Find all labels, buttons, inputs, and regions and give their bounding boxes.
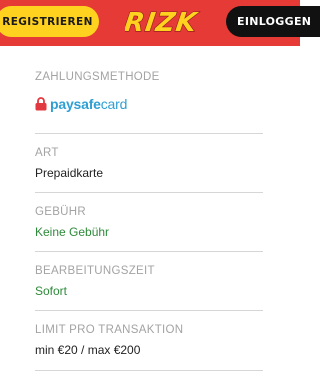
paysafe-text: paysafe	[50, 96, 101, 112]
payment-method-section: ZAHLUNGSMETHODE paysafecard	[35, 46, 263, 134]
type-value: Prepaidkarte	[35, 166, 104, 180]
type-label: ART	[35, 147, 59, 159]
processing-time-label: BEARBEITUNGSZEIT	[35, 265, 155, 277]
payment-details: ZAHLUNGSMETHODE paysafecard ART Prepaidk…	[35, 46, 263, 371]
lock-icon	[35, 97, 47, 111]
limit-label: LIMIT PRO TRANSAKTION	[35, 324, 184, 336]
type-section: ART Prepaidkarte	[35, 134, 263, 193]
top-bar: REGISTRIEREN RIZK EINLOGGEN	[0, 0, 320, 46]
payment-method-label: ZAHLUNGSMETHODE	[35, 71, 160, 83]
fee-label: GEBÜHR	[35, 206, 87, 218]
register-button[interactable]: REGISTRIEREN	[0, 6, 99, 37]
paysafecard-logo: paysafecard	[35, 96, 127, 112]
login-button[interactable]: EINLOGGEN	[226, 6, 320, 37]
fee-value: Keine Gebühr	[35, 225, 110, 239]
processing-time-value: Sofort	[35, 284, 68, 298]
paysafecard-wordmark: paysafecard	[50, 96, 127, 112]
fee-section: GEBÜHR Keine Gebühr	[35, 193, 263, 252]
rizk-logo[interactable]: RIZK	[125, 4, 203, 38]
limit-value: min €20 / max €200	[35, 343, 141, 357]
processing-time-section: BEARBEITUNGSZEIT Sofort	[35, 252, 263, 311]
card-text: card	[100, 96, 128, 112]
limit-section: LIMIT PRO TRANSAKTION min €20 / max €200	[35, 311, 263, 371]
logo-text: RIZK	[125, 8, 200, 38]
